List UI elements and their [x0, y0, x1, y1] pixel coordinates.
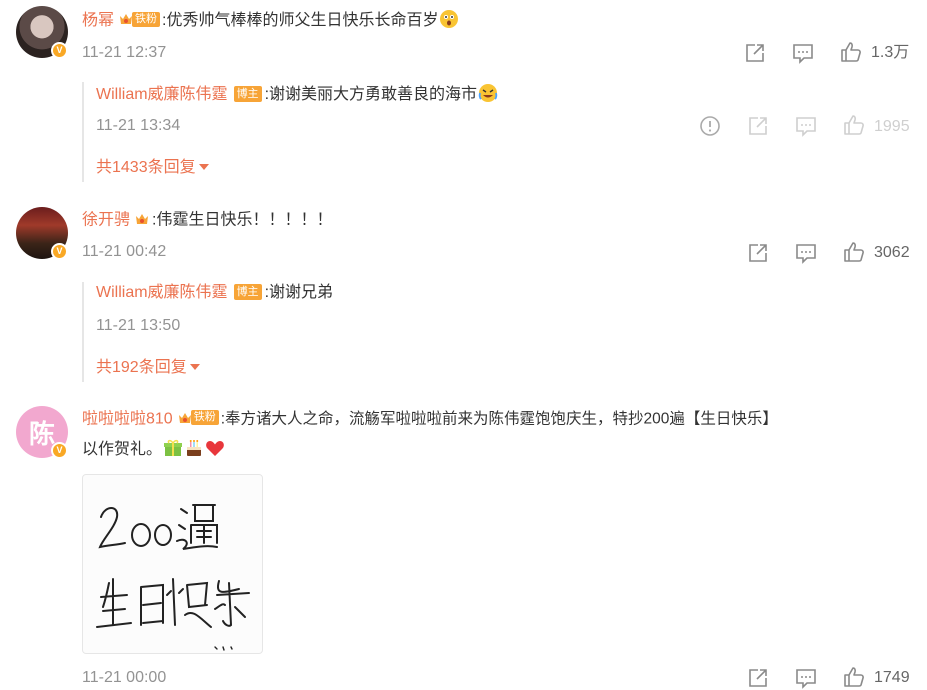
username[interactable]: 杨幂: [82, 12, 114, 29]
reply-text: :谢谢兄弟: [264, 284, 334, 301]
fan-crown-icon: [136, 213, 149, 224]
handwriting-image: [96, 504, 250, 651]
reply-divider: [82, 82, 84, 182]
username[interactable]: 徐开骋: [82, 212, 130, 229]
comment-icon[interactable]: [795, 242, 817, 264]
comment-time: 11-21 00:42: [82, 243, 167, 260]
fan-badge: [134, 210, 150, 227]
comment-header: 徐开骋 :伟霆生日快乐！！！！！: [82, 210, 332, 231]
blogger-badge: 博主: [233, 284, 262, 300]
reply-header: William威廉陈伟霆 博主:谢谢美丽大方勇敢善良的海市: [96, 83, 498, 105]
share-icon[interactable]: [747, 667, 769, 689]
comment-text: :伟霆生日快乐！！！！！: [152, 211, 333, 229]
reply-header: William威廉陈伟霆 博主:谢谢兄弟: [96, 283, 333, 303]
share-icon[interactable]: [747, 242, 769, 264]
like-icon[interactable]: [840, 41, 862, 63]
verified-icon: V: [51, 243, 68, 260]
crying-laugh-emoji-icon: [478, 84, 498, 102]
caret-down-icon: [189, 364, 200, 370]
reply-time: 11-21 13:50: [96, 317, 181, 334]
verified-icon: V: [51, 442, 68, 459]
more-replies-link[interactable]: 共192条回复: [96, 358, 200, 378]
more-replies-link[interactable]: 共1433条回复: [96, 158, 209, 178]
comment-time: 11-21 00:00: [82, 669, 167, 686]
verified-icon: V: [51, 42, 68, 59]
share-icon[interactable]: [747, 115, 769, 137]
gift-emoji-icon: [164, 439, 183, 456]
surprised-emoji-icon: [440, 10, 459, 28]
fan-badge: 铁粉: [177, 409, 219, 426]
comment-image[interactable]: [82, 474, 263, 654]
username[interactable]: 啦啦啦啦810: [82, 411, 173, 428]
comment-header: 啦啦啦啦810 铁粉:奉方诸大人之命，流觞军啦啦啦前来为陈伟霆饱饱庆生，特抄200…: [82, 409, 778, 430]
comment-time: 11-21 12:37: [82, 44, 167, 61]
like-count: 1.3万: [871, 44, 910, 61]
like-icon[interactable]: [843, 241, 865, 263]
comment-icon[interactable]: [795, 667, 817, 689]
cake-emoji-icon: [187, 440, 202, 456]
report-icon[interactable]: [699, 115, 721, 137]
reply-text: :谢谢美丽大方勇敢善良的海市: [264, 86, 478, 103]
comment-text: :奉方诸大人之命，流觞军啦啦啦前来为陈伟霆饱饱庆生，特抄200遍【生日快乐】: [220, 410, 778, 428]
heart-emoji-icon: [206, 441, 224, 456]
reply-username[interactable]: William威廉陈伟霆: [96, 86, 228, 103]
like-icon[interactable]: [843, 114, 865, 136]
fan-badge: 铁粉: [118, 11, 161, 28]
comment-icon[interactable]: [792, 42, 814, 64]
share-icon[interactable]: [744, 42, 766, 64]
reply-like-count: 1995: [874, 118, 910, 135]
comment-icon[interactable]: [795, 115, 817, 137]
caret-down-icon: [198, 164, 209, 170]
reply-time: 11-21 13:34: [96, 117, 181, 134]
reply-divider: [82, 282, 84, 382]
comment-header: 杨幂 铁粉:优秀帅气棒棒的师父生日快乐长命百岁: [82, 9, 459, 31]
blogger-badge: 博主: [233, 86, 262, 102]
comment-text: :优秀帅气棒棒的师父生日快乐长命百岁: [162, 12, 439, 29]
like-count: 3062: [874, 244, 910, 261]
comment-text-line2: 以作贺礼。: [82, 438, 225, 460]
reply-username[interactable]: William威廉陈伟霆: [96, 284, 228, 301]
like-count: 1749: [874, 669, 910, 686]
like-icon[interactable]: [843, 666, 865, 688]
